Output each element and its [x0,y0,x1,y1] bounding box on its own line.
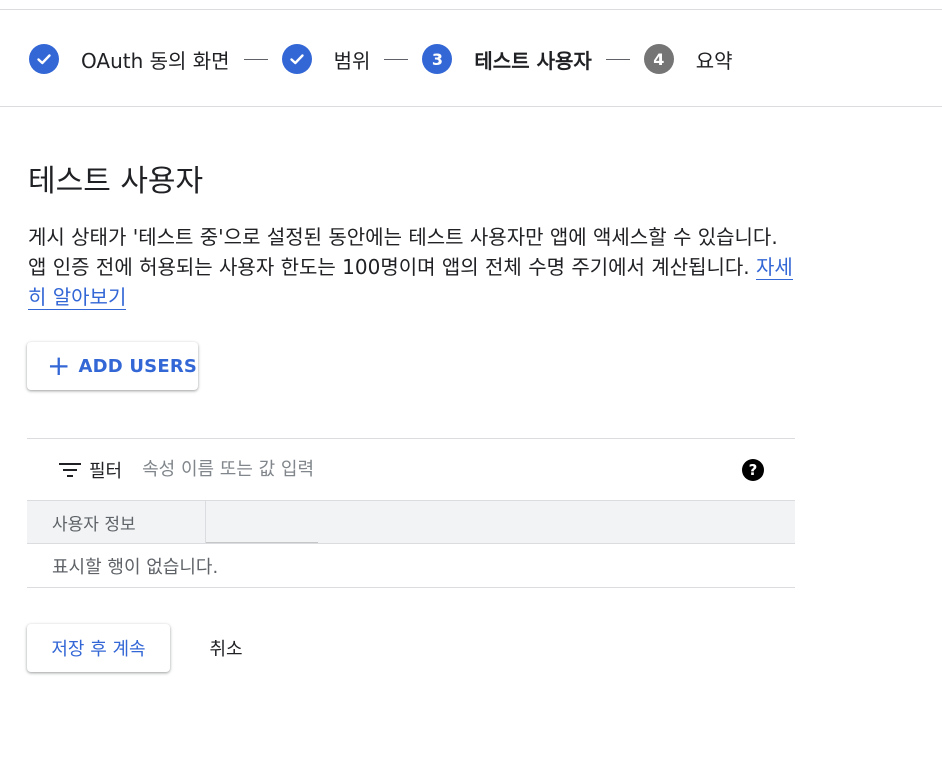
step-label: OAuth 동의 화면 [81,48,230,73]
save-and-continue-button[interactable]: 저장 후 계속 [27,624,170,672]
step-separator [384,58,409,60]
filter-label: 필터 [89,460,123,482]
test-users-table: 필터 ? 사용자 정보 표시할 행이 없습니다. [27,438,795,588]
description-text: 게시 상태가 '테스트 중'으로 설정된 동안에는 테스트 사용자만 앱에 액세… [28,225,778,279]
help-icon[interactable]: ? [742,459,764,481]
cancel-button[interactable]: 취소 [186,624,266,672]
filter-icon[interactable] [59,462,81,477]
step-label: 테스트 사용자 [474,48,592,73]
check-icon [281,44,312,74]
step-summary[interactable]: 4 요약 [643,44,733,74]
table-header: 사용자 정보 [27,500,795,544]
filter-input[interactable] [142,459,683,480]
add-users-label: ADD USERS [78,355,198,377]
step-separator [605,58,630,60]
page-description: 게시 상태가 '테스트 중'으로 설정된 동안에는 테스트 사용자만 앱에 액세… [28,222,798,312]
step-test-users[interactable]: 3 테스트 사용자 [422,44,592,74]
column-header-empty [206,501,318,543]
step-label: 요약 [695,48,733,73]
step-label: 범위 [333,48,371,73]
step-separator [243,58,268,60]
plus-icon: + [47,349,71,382]
empty-state-message: 표시할 행이 없습니다. [27,544,795,588]
filter-bar: 필터 ? [27,438,795,500]
column-header-user-info[interactable]: 사용자 정보 [27,501,206,543]
step-number-badge: 3 [422,44,453,74]
stepper: OAuth 동의 화면 범위 3 테스트 사용자 4 요약 [0,10,942,107]
step-number-badge: 4 [643,44,674,74]
add-users-button[interactable]: + ADD USERS [27,342,198,390]
step-scopes[interactable]: 범위 [281,44,371,74]
page-title: 테스트 사용자 [28,164,204,199]
check-icon [29,44,59,74]
step-oauth-consent[interactable]: OAuth 동의 화면 [29,44,230,74]
